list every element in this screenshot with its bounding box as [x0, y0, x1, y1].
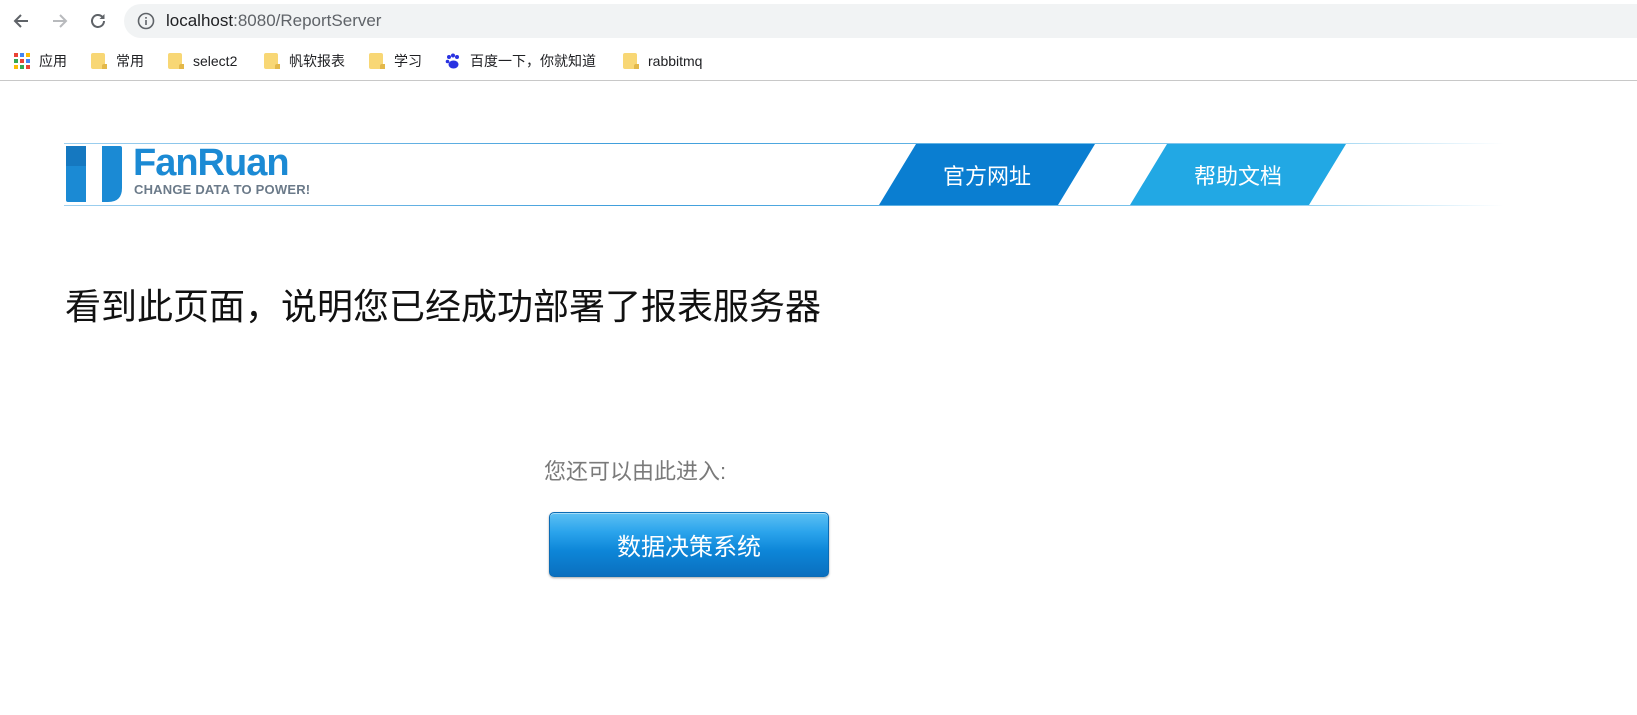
bookmark-label: rabbitmq: [648, 53, 703, 69]
bookmark-label: 百度一下，你就知道: [470, 53, 596, 69]
folder-icon: [623, 53, 639, 69]
logo-wordmark: FanRuan: [133, 142, 290, 184]
bookmark-label: 帆软报表: [289, 53, 345, 69]
bookmark-label: select2: [193, 53, 238, 69]
browser-toolbar: localhost:8080/ReportServer: [0, 0, 1637, 42]
banner-divider: [64, 205, 1504, 206]
fanruan-logo-icon: [66, 146, 122, 202]
bookmark-folder-rabbitmq[interactable]: rabbitmq: [623, 50, 702, 72]
reload-button[interactable]: [83, 6, 113, 36]
official-site-link[interactable]: 官方网址: [879, 144, 1095, 205]
enter-prompt-text: 您还可以由此进入:: [544, 459, 727, 484]
folder-icon: [369, 53, 385, 69]
url-path: :8080/ReportServer: [233, 11, 382, 30]
url-text[interactable]: localhost:8080/ReportServer: [166, 12, 381, 30]
apps-grid-icon: [14, 53, 30, 69]
bookmark-folder-fanruan[interactable]: 帆软报表: [264, 50, 345, 72]
reload-icon: [91, 14, 105, 28]
folder-icon: [91, 53, 107, 69]
bookmark-label: 常用: [116, 53, 144, 69]
forward-button[interactable]: [45, 6, 75, 36]
help-docs-link[interactable]: 帮助文档: [1130, 144, 1346, 205]
arrow-left-icon: [13, 14, 28, 28]
folder-icon: [168, 53, 184, 69]
baidu-paw-icon: [445, 53, 459, 69]
url-host: localhost: [166, 11, 234, 30]
header-banner: FanRuan CHANGE DATA TO POWER! 官方网址 帮助文档: [64, 142, 1504, 207]
info-icon[interactable]: [137, 12, 155, 30]
address-bar[interactable]: localhost:8080/ReportServer: [124, 4, 1637, 38]
bookmark-label: 学习: [394, 53, 422, 69]
bookmark-apps[interactable]: 应用: [14, 50, 67, 72]
deployment-success-message: 看到此页面，说明您已经成功部署了报表服务器: [65, 287, 822, 327]
back-button[interactable]: [6, 6, 36, 36]
bookmark-baidu[interactable]: 百度一下，你就知道: [445, 50, 596, 72]
bookmarks-bar: 应用 常用 select2 帆软报表 学习 百度一下，你就知道 rabbitmq: [0, 42, 1637, 81]
arrow-right-icon: [53, 14, 68, 28]
bookmark-label: 应用: [39, 53, 67, 69]
bookmark-folder-common[interactable]: 常用: [91, 50, 144, 72]
fanruan-logo: FanRuan CHANGE DATA TO POWER!: [64, 142, 324, 204]
folder-icon: [264, 53, 280, 69]
decision-system-button[interactable]: 数据决策系统: [549, 512, 829, 577]
bookmark-folder-select2[interactable]: select2: [168, 50, 237, 72]
bookmark-folder-study[interactable]: 学习: [369, 50, 422, 72]
logo-tagline: CHANGE DATA TO POWER!: [134, 182, 311, 197]
